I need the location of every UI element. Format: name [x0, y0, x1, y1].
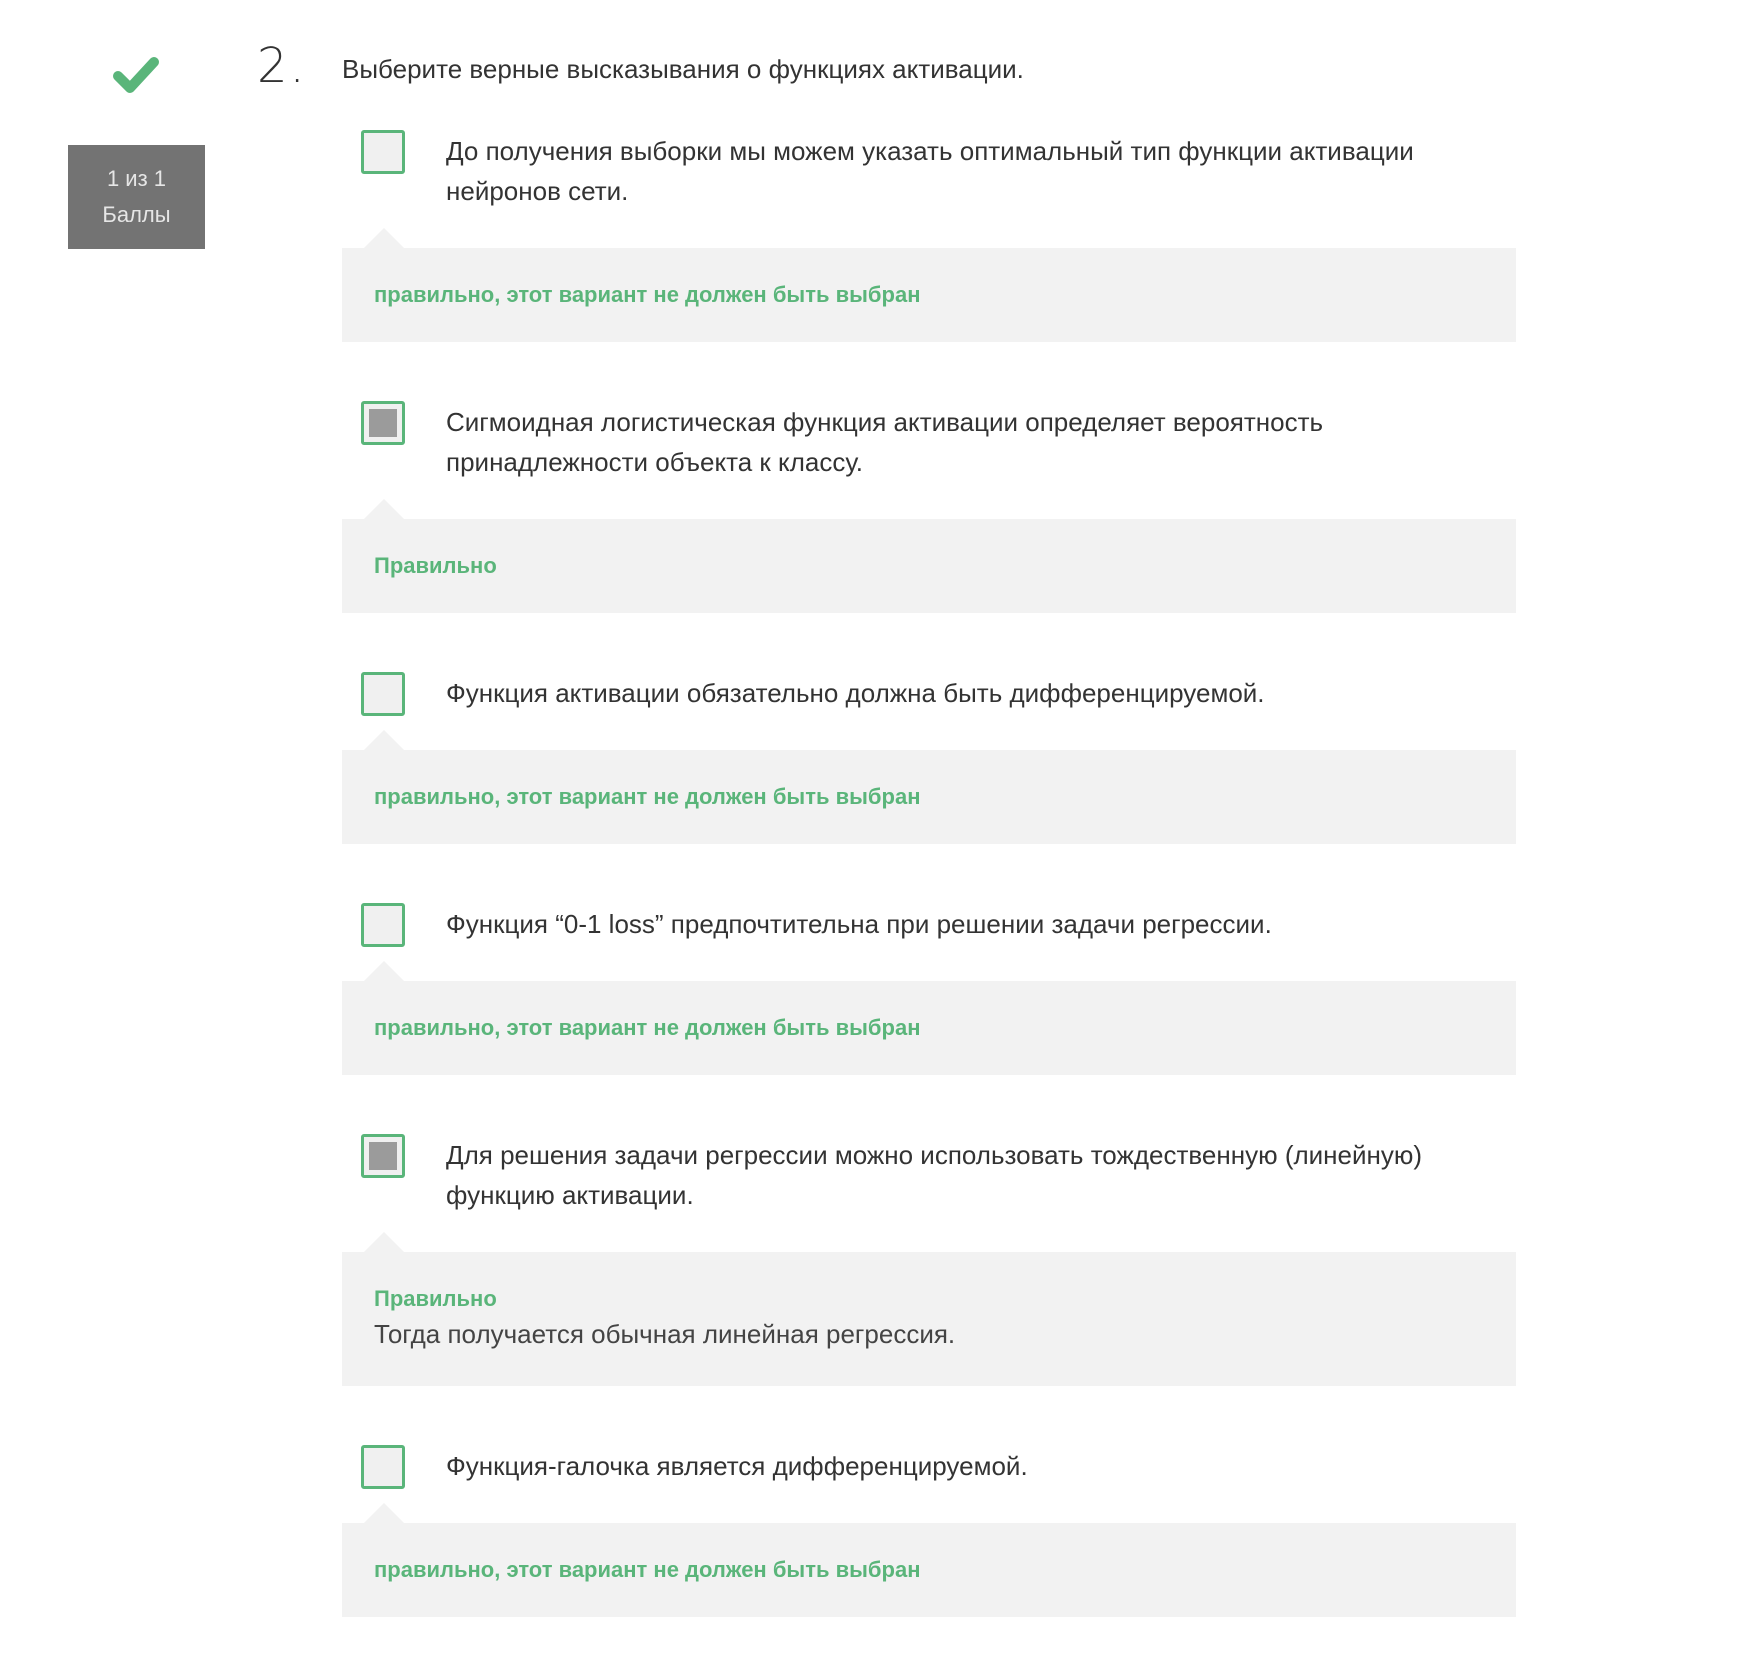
- feedback-box: правильно, этот вариант не должен быть в…: [342, 228, 1516, 342]
- feedback-explanation: Тогда получается обычная линейная регрес…: [374, 1319, 956, 1349]
- option-text: Сигмоидная логистическая функция активац…: [446, 407, 1324, 477]
- score-badge: 1 из 1 Баллы: [68, 145, 205, 249]
- feedback-box: Правильно Тогда получается обычная линей…: [342, 1232, 1516, 1386]
- feedback-label: правильно, этот вариант не должен быть в…: [374, 1015, 921, 1040]
- option-checkbox[interactable]: [361, 130, 405, 174]
- feedback-box: правильно, этот вариант не должен быть в…: [342, 961, 1516, 1075]
- option-item: Функция “0-1 loss” предпочтительна при р…: [342, 903, 1516, 1075]
- option-row[interactable]: Функция активации обязательно должна быт…: [342, 672, 1516, 716]
- option-item: Сигмоидная логистическая функция активац…: [342, 401, 1516, 613]
- feedback-label: Правильно: [374, 1286, 497, 1311]
- score-label: Баллы: [102, 202, 171, 227]
- feedback-box: правильно, этот вариант не должен быть в…: [342, 1503, 1516, 1617]
- option-row[interactable]: Функция “0-1 loss” предпочтительна при р…: [342, 903, 1516, 947]
- option-text: До получения выборки мы можем указать оп…: [446, 136, 1414, 206]
- option-text: Функция активации обязательно должна быт…: [446, 678, 1265, 708]
- option-checkbox[interactable]: [361, 903, 405, 947]
- option-text: Функция-галочка является дифференцируемо…: [446, 1451, 1028, 1481]
- question-text: Выберите верные высказывания о функциях …: [342, 54, 1024, 84]
- option-text: Функция “0-1 loss” предпочтительна при р…: [446, 909, 1272, 939]
- feedback-label: правильно, этот вариант не должен быть в…: [374, 1557, 921, 1582]
- option-text: Для решения задачи регрессии можно испол…: [446, 1140, 1423, 1210]
- option-row[interactable]: До получения выборки мы можем указать оп…: [342, 130, 1516, 211]
- option-checkbox[interactable]: [361, 1134, 405, 1178]
- option-item: Функция активации обязательно должна быт…: [342, 672, 1516, 844]
- score-value: 1 из 1: [106, 166, 167, 191]
- option-checkbox[interactable]: [361, 401, 405, 445]
- feedback-label: правильно, этот вариант не должен быть в…: [374, 784, 921, 809]
- options-list: До получения выборки мы можем указать оп…: [342, 130, 1516, 1676]
- feedback-label: Правильно: [374, 553, 497, 578]
- question-number: 2.: [257, 38, 307, 94]
- option-row[interactable]: Для решения задачи регрессии можно испол…: [342, 1134, 1516, 1215]
- option-checkbox[interactable]: [361, 672, 405, 716]
- option-item: До получения выборки мы можем указать оп…: [342, 130, 1516, 342]
- option-checkbox[interactable]: [361, 1445, 405, 1489]
- option-row[interactable]: Функция-галочка является дифференцируемо…: [342, 1445, 1516, 1489]
- option-row[interactable]: Сигмоидная логистическая функция активац…: [342, 401, 1516, 482]
- option-item: Функция-галочка является дифференцируемо…: [342, 1445, 1516, 1617]
- feedback-box: Правильно: [342, 499, 1516, 613]
- option-item: Для решения задачи регрессии можно испол…: [342, 1134, 1516, 1386]
- feedback-box: правильно, этот вариант не должен быть в…: [342, 730, 1516, 844]
- feedback-label: правильно, этот вариант не должен быть в…: [374, 282, 921, 307]
- checkmark-icon: [113, 57, 159, 93]
